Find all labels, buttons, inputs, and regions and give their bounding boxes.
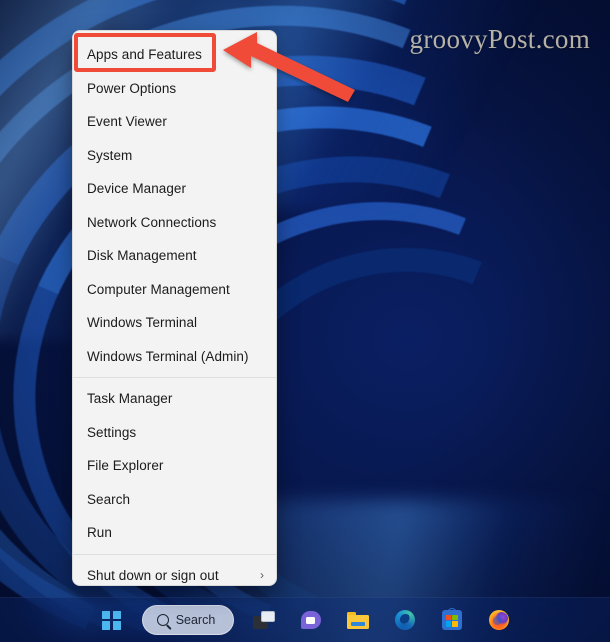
menu-item-label: Computer Management <box>87 281 230 297</box>
menu-item-label: Power Options <box>87 80 177 96</box>
menu-item-label: Shut down or sign out <box>87 567 219 583</box>
menu-group-session: Shut down or sign out › Desktop <box>73 559 276 586</box>
menu-item-settings[interactable]: Settings <box>73 416 276 450</box>
menu-item-label: Windows Terminal <box>87 315 198 331</box>
file-explorer-button[interactable] <box>341 603 375 637</box>
edge-icon <box>394 610 415 630</box>
menu-item-label: System <box>87 147 133 163</box>
menu-item-label: File Explorer <box>87 458 164 474</box>
menu-item-system[interactable]: System <box>73 139 276 173</box>
taskbar-search-button[interactable]: Search <box>141 605 234 635</box>
menu-item-file-explorer[interactable]: File Explorer <box>73 449 276 483</box>
menu-item-apps-and-features[interactable]: Apps and Features <box>73 38 276 72</box>
menu-item-label: Settings <box>87 424 137 440</box>
power-user-context-menu[interactable]: Apps and Features Power Options Event Vi… <box>72 30 277 586</box>
task-view-icon <box>252 611 275 629</box>
menu-item-power-options[interactable]: Power Options <box>73 72 276 106</box>
menu-item-device-manager[interactable]: Device Manager <box>73 172 276 206</box>
microsoft-store-button[interactable] <box>435 603 469 637</box>
menu-item-network-connections[interactable]: Network Connections <box>73 206 276 240</box>
menu-item-label: Task Manager <box>87 391 173 407</box>
menu-item-label: Network Connections <box>87 214 217 230</box>
chat-button[interactable] <box>294 603 328 637</box>
menu-item-label: Disk Management <box>87 248 197 264</box>
start-button[interactable] <box>95 603 129 637</box>
menu-item-computer-management[interactable]: Computer Management <box>73 273 276 307</box>
menu-item-shut-down-or-sign-out[interactable]: Shut down or sign out › <box>73 559 276 586</box>
menu-item-task-manager[interactable]: Task Manager <box>73 382 276 416</box>
menu-item-label: Event Viewer <box>87 114 167 130</box>
menu-item-label: Device Manager <box>87 181 186 197</box>
menu-group-system: Apps and Features Power Options Event Vi… <box>73 38 276 373</box>
file-explorer-icon <box>346 611 369 629</box>
menu-item-event-viewer[interactable]: Event Viewer <box>73 105 276 139</box>
menu-item-run[interactable]: Run <box>73 516 276 550</box>
menu-separator <box>73 377 276 378</box>
firefox-icon <box>488 610 509 630</box>
taskbar: Search <box>0 597 610 642</box>
menu-group-tools: Task Manager Settings File Explorer Sear… <box>73 382 276 550</box>
microsoft-store-icon <box>441 607 462 630</box>
chat-icon <box>300 611 321 629</box>
taskbar-search-label: Search <box>175 613 216 627</box>
menu-item-windows-terminal[interactable]: Windows Terminal <box>73 306 276 340</box>
search-icon <box>156 614 169 626</box>
watermark: groovyPost.com <box>409 24 590 54</box>
menu-item-label: Windows Terminal (Admin) <box>87 348 249 364</box>
chevron-right-icon: › <box>259 568 264 583</box>
menu-item-disk-management[interactable]: Disk Management <box>73 239 276 273</box>
menu-item-label: Run <box>87 525 112 541</box>
windows-start-icon <box>102 610 121 630</box>
firefox-button[interactable] <box>482 603 516 637</box>
menu-item-windows-terminal-admin[interactable]: Windows Terminal (Admin) <box>73 340 276 374</box>
task-view-button[interactable] <box>247 603 281 637</box>
menu-item-label: Search <box>87 491 131 507</box>
menu-item-label: Apps and Features <box>87 47 202 63</box>
menu-item-search[interactable]: Search <box>73 483 276 517</box>
edge-button[interactable] <box>388 603 422 637</box>
menu-separator <box>73 553 276 555</box>
